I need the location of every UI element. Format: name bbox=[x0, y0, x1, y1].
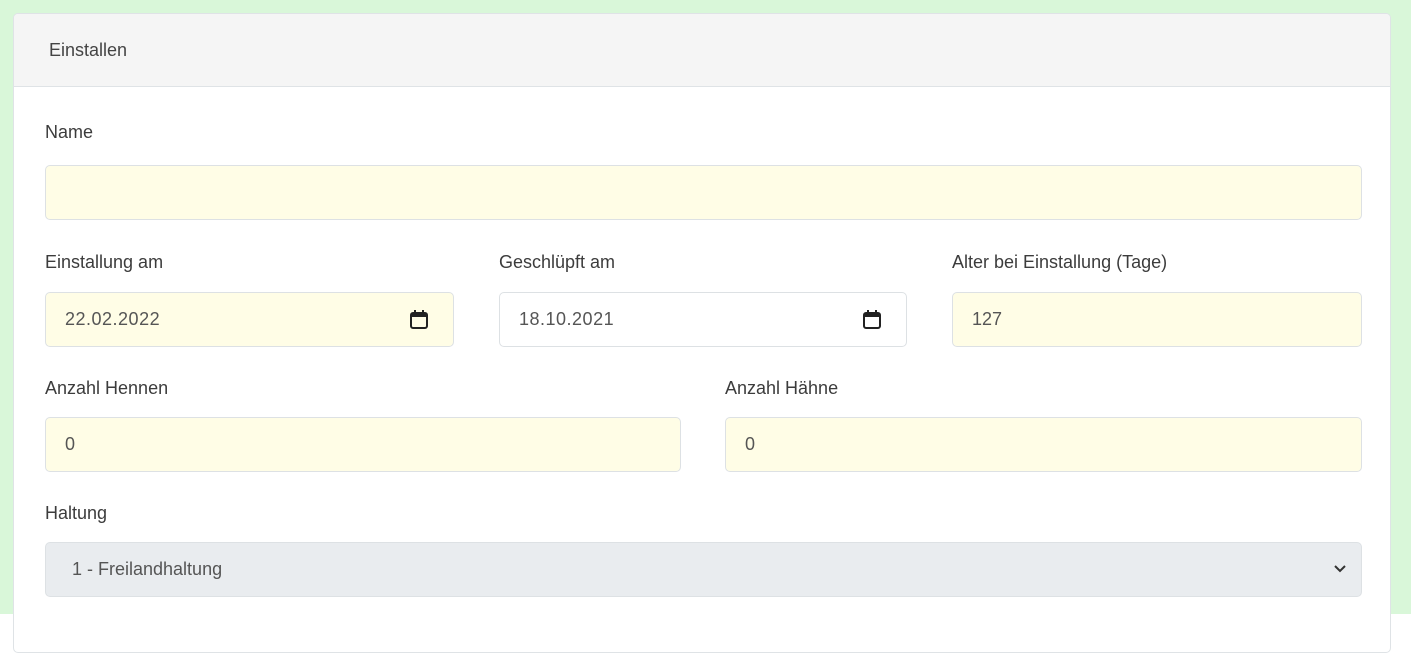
haltung-select[interactable]: 1 - Freilandhaltung bbox=[45, 542, 1362, 597]
geschluepft-date-input[interactable]: 18.10.2021 bbox=[499, 292, 907, 347]
haehne-value: 0 bbox=[745, 434, 756, 454]
alter-label: Alter bei Einstallung (Tage) bbox=[952, 252, 1168, 272]
calendar-icon[interactable] bbox=[863, 310, 881, 330]
hennen-input[interactable]: 0 bbox=[45, 417, 681, 472]
card-header: Einstallen bbox=[14, 14, 1390, 87]
einstallung-date-input[interactable]: 22.02.2022 bbox=[45, 292, 454, 347]
geschluepft-date-value: 18.10.2021 bbox=[519, 309, 615, 329]
card-title: Einstallen bbox=[49, 39, 128, 60]
geschluepft-label: Geschlüpft am bbox=[499, 252, 616, 272]
name-input[interactable] bbox=[45, 165, 1362, 220]
haltung-selected-value: 1 - Freilandhaltung bbox=[72, 559, 223, 579]
haehne-input[interactable]: 0 bbox=[725, 417, 1362, 472]
einstallung-date-value: 22.02.2022 bbox=[65, 309, 161, 329]
haehne-label: Anzahl Hähne bbox=[725, 378, 839, 398]
alter-input[interactable]: 127 bbox=[952, 292, 1362, 347]
einstallung-label: Einstallung am bbox=[45, 252, 164, 272]
name-label: Name bbox=[45, 122, 94, 142]
haltung-label: Haltung bbox=[45, 503, 108, 523]
calendar-icon[interactable] bbox=[410, 310, 428, 330]
chevron-down-icon bbox=[1334, 565, 1346, 573]
alter-value: 127 bbox=[972, 309, 1003, 329]
hennen-label: Anzahl Hennen bbox=[45, 378, 169, 398]
einstallen-card: Einstallen Name Einstallung am 22.02.202… bbox=[13, 13, 1391, 653]
hennen-value: 0 bbox=[65, 434, 76, 454]
